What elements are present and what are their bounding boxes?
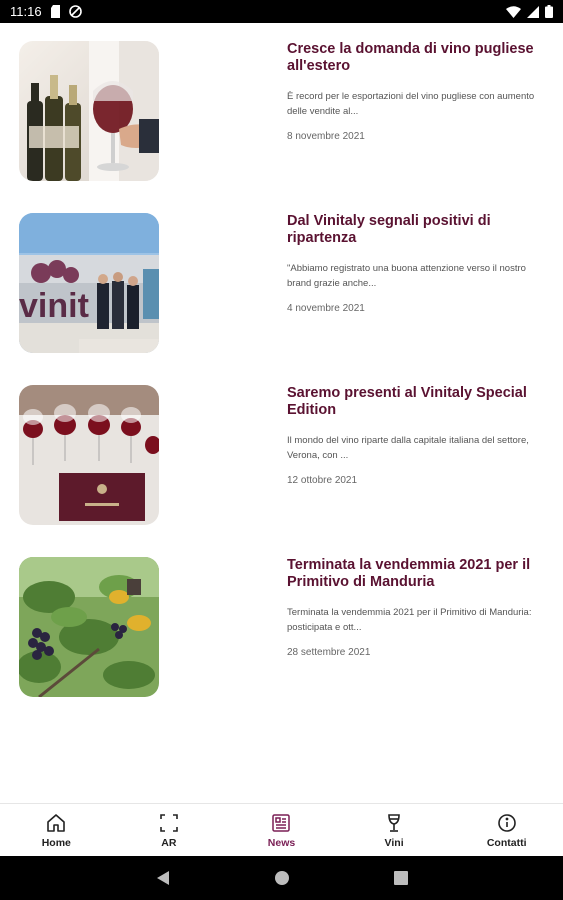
news-list: Cresce la domanda di vino pugliese all'e…: [0, 23, 563, 803]
news-text: Terminata la vendemmia 2021 per il Primi…: [287, 557, 552, 658]
status-time: 11:16: [10, 4, 42, 19]
system-navigation-bar: [0, 856, 563, 900]
svg-text:vinit: vinit: [19, 287, 89, 325]
ar-scan-icon: [158, 812, 180, 834]
back-icon[interactable]: [151, 866, 175, 890]
nav-item-ar[interactable]: AR: [113, 804, 226, 856]
bottom-navigation: Home AR News Vini Contatti: [0, 803, 563, 856]
news-text: Saremo presenti al Vinitaly Special Edit…: [287, 385, 552, 486]
news-item[interactable]: vinit Dal Vinitaly segnali positivi di r…: [0, 195, 563, 353]
recents-icon[interactable]: [389, 866, 413, 890]
home-circle-icon[interactable]: [270, 866, 294, 890]
wine-glass-bottles-photo: [19, 41, 159, 181]
nav-item-contatti[interactable]: Contatti: [450, 804, 563, 856]
nav-item-news[interactable]: News: [225, 804, 338, 856]
nav-label: Home: [41, 836, 71, 849]
news-text: Cresce la domanda di vino pugliese all'e…: [287, 41, 552, 142]
wine-glasses-table-photo: [19, 385, 159, 525]
sd-card-icon: [50, 5, 61, 18]
status-bar: 11:16: [0, 0, 563, 23]
info-icon: [496, 812, 518, 834]
news-text: Dal Vinitaly segnali positivi di riparte…: [287, 213, 552, 314]
news-item[interactable]: Terminata la vendemmia 2021 per il Primi…: [0, 539, 563, 697]
nav-label: Vini: [384, 836, 404, 849]
grape-harvest-photo: [19, 557, 159, 697]
news-excerpt: È record per le esportazioni del vino pu…: [287, 91, 535, 117]
news-icon: [270, 812, 292, 834]
news-item[interactable]: Cresce la domanda di vino pugliese all'e…: [0, 23, 563, 181]
nav-label: Contatti: [486, 836, 527, 849]
status-left: 11:16: [10, 4, 82, 19]
nav-item-vini[interactable]: Vini: [338, 804, 451, 856]
news-item[interactable]: Saremo presenti al Vinitaly Special Edit…: [0, 367, 563, 525]
battery-icon: [545, 5, 553, 18]
no-disturb-icon: [68, 5, 82, 18]
news-title: Saremo presenti al Vinitaly Special Edit…: [287, 385, 527, 418]
home-icon: [45, 812, 67, 834]
news-title: Cresce la domanda di vino pugliese all'e…: [287, 41, 534, 74]
news-date: 4 novembre 2021: [287, 303, 365, 314]
news-date: 8 novembre 2021: [287, 131, 365, 142]
news-excerpt: "Abbiamo registrato una buona attenzione…: [287, 263, 526, 289]
wifi-icon: [506, 5, 521, 18]
news-excerpt: Terminata la vendemmia 2021 per il Primi…: [287, 607, 532, 633]
news-excerpt: Il mondo del vino riparte dalla capitale…: [287, 435, 529, 461]
news-title: Terminata la vendemmia 2021 per il Primi…: [287, 557, 531, 590]
status-right: [506, 5, 553, 18]
nav-label: AR: [161, 836, 177, 849]
news-date: 28 settembre 2021: [287, 647, 371, 658]
news-date: 12 ottobre 2021: [287, 475, 358, 486]
wine-glass-icon: [383, 812, 405, 834]
nav-item-home[interactable]: Home: [0, 804, 113, 856]
news-title: Dal Vinitaly segnali positivi di riparte…: [287, 213, 491, 246]
signal-icon: [527, 5, 539, 18]
nav-label: News: [267, 836, 296, 849]
vinitaly-stand-photo: vinit: [19, 213, 159, 353]
